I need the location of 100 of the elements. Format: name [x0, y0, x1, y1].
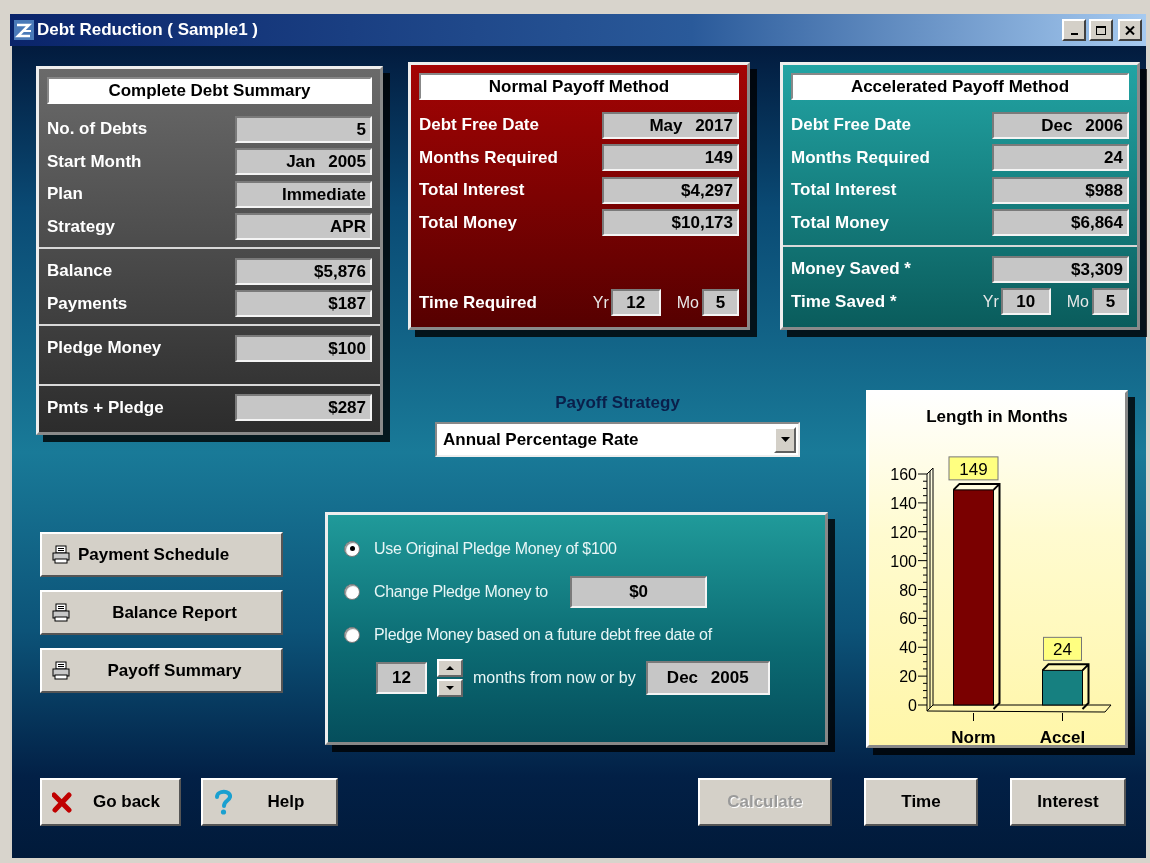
bar	[1042, 669, 1083, 706]
tick-label: 140	[890, 494, 917, 512]
value-field: May 2017	[602, 111, 739, 139]
tick-label: 40	[899, 639, 917, 657]
minimize-icon	[1070, 33, 1078, 35]
category-label: Norm	[951, 728, 996, 747]
unit-label: Yr	[592, 293, 609, 312]
tick-label: 100	[890, 552, 917, 570]
value-field: Jan 2005	[235, 148, 372, 176]
section-label: Payoff Strategy	[555, 393, 680, 413]
value-field: $988	[992, 176, 1129, 204]
panel-title: Complete Debt Summary	[47, 77, 372, 104]
value-field: 5	[235, 115, 372, 143]
months-field[interactable]: 12	[376, 662, 427, 694]
command-button[interactable]: Help	[201, 778, 338, 826]
value-field: $5,876	[235, 257, 372, 285]
value-field: APR	[235, 213, 372, 241]
app-logo-icon	[14, 20, 34, 40]
dropdown-arrow-button[interactable]	[774, 426, 796, 453]
field-label: Strategy	[47, 216, 116, 237]
field-label: Plan	[47, 184, 83, 205]
field-label: Pmts + Pledge	[47, 397, 164, 418]
option-label: Use Original Pledge Money of $100	[374, 539, 617, 558]
field-label: Total Interest	[419, 180, 525, 201]
tick-label: 20	[899, 668, 917, 686]
maximize-icon	[1096, 25, 1106, 35]
close-icon	[1125, 25, 1135, 35]
window-title: Debt Reduction ( Sample1 )	[37, 20, 260, 40]
printer-icon	[52, 661, 70, 680]
printer-icon	[52, 603, 70, 622]
field-label: Time Required	[419, 292, 537, 313]
option-label: Pledge Money based on a future debt free date of	[374, 625, 712, 644]
tick-label: 160	[890, 466, 917, 483]
panel-title: Normal Payoff Method	[419, 73, 739, 100]
field-label: Total Interest	[791, 180, 897, 201]
question-mark-icon	[213, 788, 234, 816]
up-arrow-icon	[446, 666, 454, 670]
field-label: Time Saved *	[791, 291, 897, 312]
value-field: $187	[235, 290, 372, 318]
value-field: $4,297	[602, 176, 739, 204]
spin-down-button[interactable]	[437, 679, 463, 697]
field-label: Debt Free Date	[419, 115, 539, 136]
data-label: 24	[1053, 640, 1072, 660]
command-button[interactable]: Go back	[40, 778, 181, 826]
radio-button[interactable]	[344, 540, 360, 557]
data-label: 149	[959, 459, 988, 479]
pledge-amount-field[interactable]: $0	[570, 575, 707, 608]
value-label: 24	[1043, 636, 1082, 661]
value-field: $100	[235, 334, 372, 362]
field-label: Months Required	[791, 147, 930, 168]
tick-label: 60	[899, 610, 917, 628]
category-label: Accel	[1039, 728, 1086, 747]
field-label: Pledge Money	[47, 338, 162, 359]
report-button[interactable]: Balance Report	[40, 590, 283, 635]
value-field: Dec 2006	[992, 111, 1129, 139]
panel-title: Accelerated Payoff Method	[791, 73, 1129, 100]
spin-up-button[interactable]	[437, 659, 463, 677]
field-label: Money Saved *	[791, 259, 911, 280]
maximize-button[interactable]	[1089, 19, 1113, 41]
chart-title: Length in Months	[926, 407, 1068, 427]
strategy-dropdown[interactable]: Annual Percentage Rate	[435, 422, 800, 457]
tick-label: 0	[908, 697, 917, 714]
value-field: 24	[992, 144, 1129, 172]
down-arrow-icon	[446, 686, 454, 690]
bar-depth-drawing	[1041, 663, 1090, 710]
tick-label: 80	[899, 581, 917, 599]
caret-icon	[780, 437, 790, 442]
value-field: $6,864	[992, 209, 1129, 237]
value-field: 10	[1000, 288, 1051, 316]
command-button[interactable]: Time	[864, 778, 978, 826]
minimize-button[interactable]	[1062, 19, 1086, 41]
field-label: Total Money	[791, 212, 889, 233]
unit-label: Mo	[676, 293, 699, 312]
unit-label: Yr	[982, 292, 999, 311]
close-button[interactable]	[1118, 19, 1142, 41]
field-label: Debt Free Date	[791, 115, 911, 136]
value-field: Immediate	[235, 180, 372, 208]
tick-label: 120	[890, 523, 917, 541]
value-field: 5	[1092, 288, 1129, 316]
radio-button[interactable]	[344, 626, 360, 643]
report-button[interactable]: Payoff Summary	[40, 648, 283, 693]
field-label: Start Month	[47, 151, 142, 172]
field-label: Payments	[47, 293, 128, 314]
option-label: Change Pledge Money to	[374, 582, 548, 601]
command-button[interactable]: Interest	[1010, 778, 1126, 826]
option-label: months from now or by	[473, 669, 636, 687]
field-label: Total Money	[419, 212, 517, 233]
field-label: No. of Debts	[47, 119, 148, 140]
date-field[interactable]: Dec 2005	[645, 661, 770, 695]
value-field: 12	[610, 289, 661, 317]
value-field: $287	[235, 394, 372, 422]
unit-label: Mo	[1066, 292, 1089, 311]
value-label: 149	[948, 456, 999, 481]
radio-button[interactable]	[344, 583, 360, 600]
cross-icon	[52, 791, 72, 813]
value-field: 149	[602, 144, 739, 172]
field-label: Balance	[47, 261, 113, 282]
report-button[interactable]: Payment Schedule	[40, 532, 283, 577]
value-field: $10,173	[602, 209, 739, 237]
value-field: 5	[702, 289, 739, 317]
